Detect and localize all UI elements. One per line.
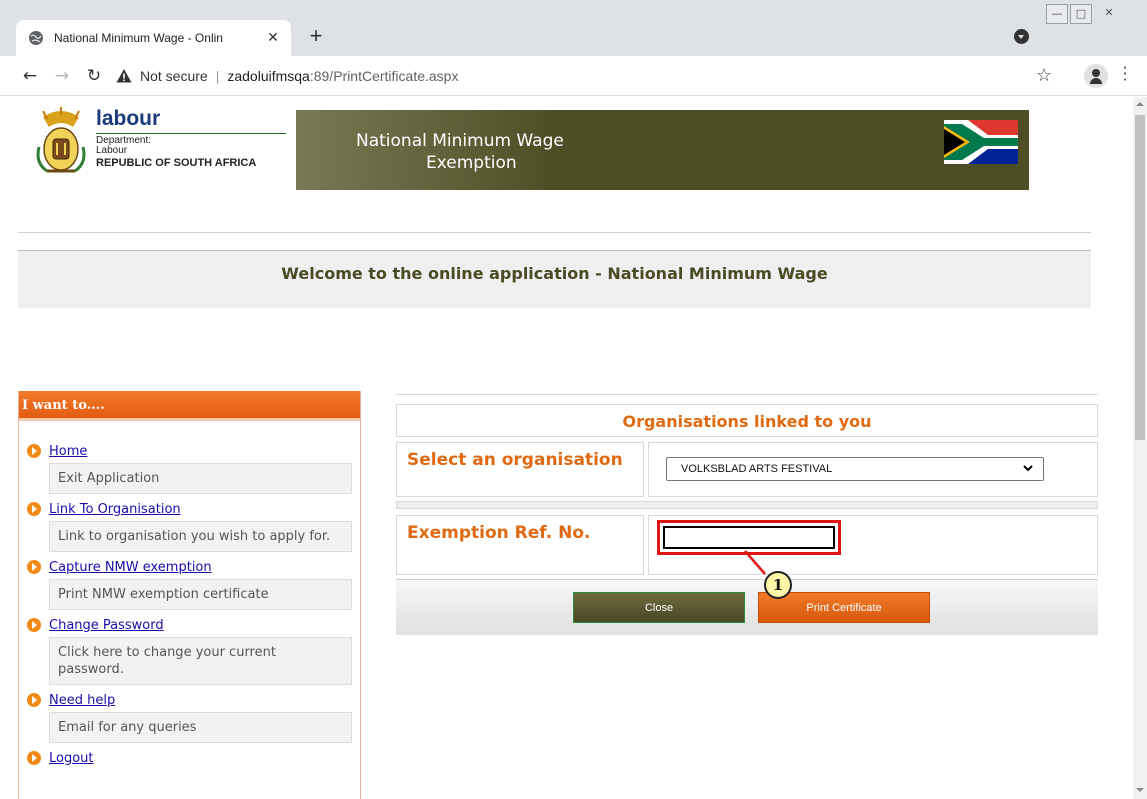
sidebar-item-link-organisation: Link To Organisation Link to organisatio… [27,499,360,552]
sidebar-menu: I want to.... Home Exit Application Link… [18,391,361,799]
address-bar-row: ← → ↻ Not secure | zadoluifmsqa:89/Print… [0,56,1147,96]
sidebar-link-capture-nmw[interactable]: Capture NMW exemption [49,560,212,575]
welcome-heading: Welcome to the online application - Nati… [281,264,828,283]
url-omnibox[interactable]: Not secure | zadoluifmsqa:89/PrintCertif… [114,60,1069,92]
scroll-up-arrow-icon[interactable] [1133,99,1147,109]
warning-triangle-icon[interactable] [116,68,132,84]
reload-icon[interactable]: ↻ [82,64,106,88]
logo-country: REPUBLIC OF SOUTH AFRICA [96,157,257,169]
orange-arrow-bullet-icon [27,560,41,574]
window-close-button[interactable]: ✕ [1098,4,1120,24]
sidebar-item-description: Email for any queries [49,712,352,743]
exemption-ref-input[interactable] [663,526,835,549]
back-arrow-icon[interactable]: ← [18,64,42,88]
exemption-ref-cell [648,515,1098,575]
sidebar-link-home[interactable]: Home [49,444,87,459]
bookmark-star-icon[interactable]: ☆ [1036,65,1052,86]
sidebar-item-change-password: Change Password Click here to change you… [27,615,360,685]
form-spacer-row [396,501,1098,509]
sidebar-item-home: Home Exit Application [27,441,360,494]
close-button[interactable]: Close [573,592,745,623]
chevron-down-icon [1023,465,1033,472]
url-path: :89/PrintCertificate.aspx [309,68,459,84]
forward-arrow-icon[interactable]: → [50,64,74,88]
sidebar-link-logout[interactable]: Logout [49,751,94,766]
orange-arrow-bullet-icon [27,618,41,632]
scroll-down-arrow-icon[interactable] [1133,785,1147,795]
page-scrollbar[interactable] [1133,97,1147,799]
department-logo-text: labour Department: Labour REPUBLIC OF SO… [96,107,286,170]
sidebar-link-need-help[interactable]: Need help [49,693,115,708]
sidebar-item-need-help: Need help Email for any queries [27,690,360,743]
sidebar-item-description: Click here to change your current passwo… [49,637,352,685]
orange-arrow-bullet-icon [27,502,41,516]
sidebar-title: I want to.... [19,391,360,421]
more-vert-icon[interactable]: · · · [1120,60,1130,88]
organisation-select[interactable]: VOLKSBLAD ARTS FESTIVAL [666,457,1044,481]
header-divider [18,232,1091,233]
logo-labour: labour [96,107,161,130]
banner-title-line1: National Minimum Wage [356,131,564,151]
orange-arrow-bullet-icon [27,693,41,707]
sidebar-menu-list: Home Exit Application Link To Organisati… [19,421,360,768]
sidebar-link-link-organisation[interactable]: Link To Organisation [49,502,181,517]
coat-of-arms-logo [36,107,86,173]
account-icon[interactable] [1084,64,1108,88]
omnibox-separator: | [215,68,220,84]
logo-divider [96,133,286,134]
orange-arrow-bullet-icon [27,751,41,765]
security-label[interactable]: Not secure [140,68,208,84]
browser-profile-indicator-icon[interactable] [1014,29,1029,44]
sidebar-item-logout: Logout [27,748,360,768]
globe-icon [29,31,43,45]
welcome-band: Welcome to the online application - Nati… [18,250,1091,308]
banner-title-line2: Exemption [426,153,517,173]
tab-title: National Minimum Wage - Onlin [54,31,223,45]
callout-number-badge: 1 [764,571,792,599]
south-africa-flag-icon [944,120,1018,164]
orange-arrow-bullet-icon [27,444,41,458]
new-tab-button[interactable]: + [302,22,330,50]
organisation-select-value: VOLKSBLAD ARTS FESTIVAL [681,463,833,475]
banner-title: National Minimum Wage Exemption [356,130,686,174]
window-maximize-button[interactable]: □ [1070,4,1092,24]
sidebar-item-description: Link to organisation you wish to apply f… [49,521,352,552]
form-title: Organisations linked to you [396,404,1098,437]
scroll-thumb[interactable] [1135,115,1145,440]
select-organisation-label: Select an organisation [396,442,644,497]
sidebar-item-capture-nmw: Capture NMW exemption Print NMW exemptio… [27,557,360,610]
form-panel-divider [396,394,1098,395]
sidebar-item-description: Exit Application [49,463,352,494]
form-button-row: Close Print Certificate [396,579,1098,635]
browser-tab-bar: National Minimum Wage - Onlin ✕ + — □ ✕ [0,0,1147,56]
sidebar-item-description: Print NMW exemption certificate [49,579,352,610]
sidebar-link-change-password[interactable]: Change Password [49,618,164,633]
page-viewport: labour Department: Labour REPUBLIC OF SO… [0,97,1133,799]
browser-tab[interactable]: National Minimum Wage - Onlin ✕ [16,20,291,56]
input-highlight-box [657,520,841,555]
url-host: zadoluifmsqa [227,68,310,84]
exemption-ref-label: Exemption Ref. No. [396,515,644,575]
site-banner: National Minimum Wage Exemption [296,110,1029,190]
tab-close-icon[interactable]: ✕ [265,30,281,46]
window-minimize-button[interactable]: — [1046,4,1068,24]
logo-department-line2: Labour [96,145,128,156]
select-organisation-cell: VOLKSBLAD ARTS FESTIVAL [648,442,1098,497]
